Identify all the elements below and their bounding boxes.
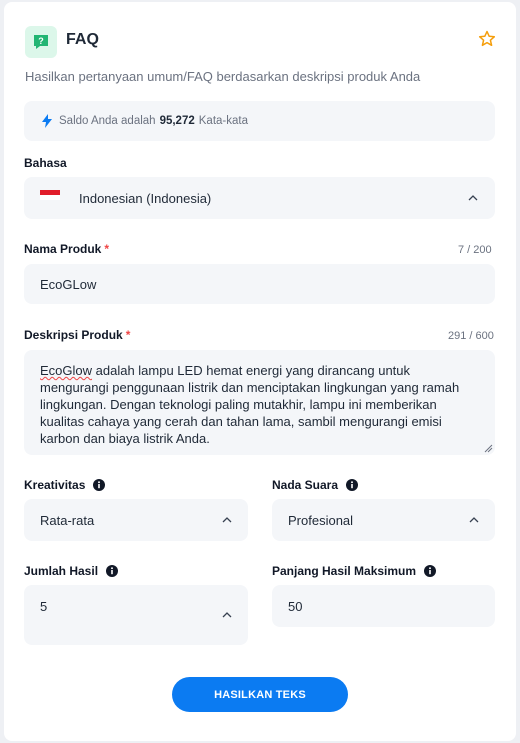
result-count-value: 5 <box>40 599 48 614</box>
result-count-label: Jumlah Hasil <box>24 564 119 578</box>
tone-value: Profesional <box>288 512 354 528</box>
faq-icon: ? <box>25 26 57 58</box>
tone-select[interactable]: Profesional <box>272 499 495 541</box>
page-subtitle: Hasilkan pertanyaan umum/FAQ berdasarkan… <box>25 69 421 84</box>
creativity-label-text: Kreativitas <box>24 478 86 492</box>
description-value: adalah lampu LED hemat energi yang diran… <box>40 363 460 446</box>
chevron-up-icon <box>469 517 479 523</box>
creativity-value: Rata-rata <box>40 512 95 528</box>
page-title: FAQ <box>66 31 99 48</box>
chevron-up-icon <box>468 195 478 201</box>
result-count-label-text: Jumlah Hasil <box>24 564 99 578</box>
generate-text-button[interactable]: HASILKAN TEKS <box>172 677 348 712</box>
description-counter: 291 / 600 <box>448 330 494 342</box>
description-label-text: Deskripsi Produk <box>24 328 123 342</box>
indonesia-flag-icon <box>40 190 60 200</box>
balance-prefix: Saldo Anda adalah <box>59 115 156 127</box>
max-length-value: 50 <box>288 598 303 614</box>
description-label: Deskripsi Produk * <box>24 328 130 342</box>
balance-amount: 95,272 <box>159 115 195 127</box>
star-icon[interactable] <box>477 29 497 49</box>
max-length-label: Panjang Hasil Maksimum <box>272 564 437 578</box>
max-length-label-text: Panjang Hasil Maksimum <box>272 564 417 578</box>
info-icon[interactable] <box>346 479 359 491</box>
required-marker: * <box>104 242 110 256</box>
chevron-up-icon <box>222 612 232 618</box>
language-label: Bahasa <box>24 156 67 170</box>
language-select[interactable]: Indonesian (Indonesia) <box>24 177 495 219</box>
product-name-label: Nama Produk * <box>24 242 109 256</box>
faq-card: ? FAQ Hasilkan pertanyaan umum/FAQ berda… <box>4 2 516 741</box>
product-name-input[interactable]: EcoGLow <box>24 264 495 304</box>
info-icon[interactable] <box>424 565 437 577</box>
language-label-text: Bahasa <box>24 156 67 170</box>
tone-label: Nada Suara <box>272 478 359 492</box>
svg-text:?: ? <box>38 36 44 46</box>
tone-label-text: Nada Suara <box>272 478 339 492</box>
info-icon[interactable] <box>93 479 106 491</box>
resize-handle-icon[interactable] <box>483 443 493 453</box>
creativity-select[interactable]: Rata-rata <box>24 499 248 541</box>
product-name-counter: 7 / 200 <box>458 244 492 256</box>
description-textarea[interactable]: EcoGlow adalah lampu LED hemat energi ya… <box>24 350 495 455</box>
balance-banner: Saldo Anda adalah 95,272 Kata-kata <box>24 101 495 141</box>
language-value: Indonesian (Indonesia) <box>79 190 212 206</box>
required-marker: * <box>125 328 131 342</box>
chevron-up-icon <box>222 517 232 523</box>
info-icon[interactable] <box>106 565 119 577</box>
creativity-label: Kreativitas <box>24 478 106 492</box>
result-count-select[interactable]: 5 <box>24 585 248 645</box>
lightning-icon <box>42 114 52 128</box>
product-name-label-text: Nama Produk <box>24 242 102 256</box>
product-name-value: EcoGLow <box>40 276 97 292</box>
description-text: EcoGlow adalah lampu LED hemat energi ya… <box>40 362 479 447</box>
description-first-word: EcoGlow <box>40 363 93 378</box>
max-length-input[interactable]: 50 <box>272 585 495 627</box>
balance-suffix: Kata-kata <box>198 115 248 127</box>
